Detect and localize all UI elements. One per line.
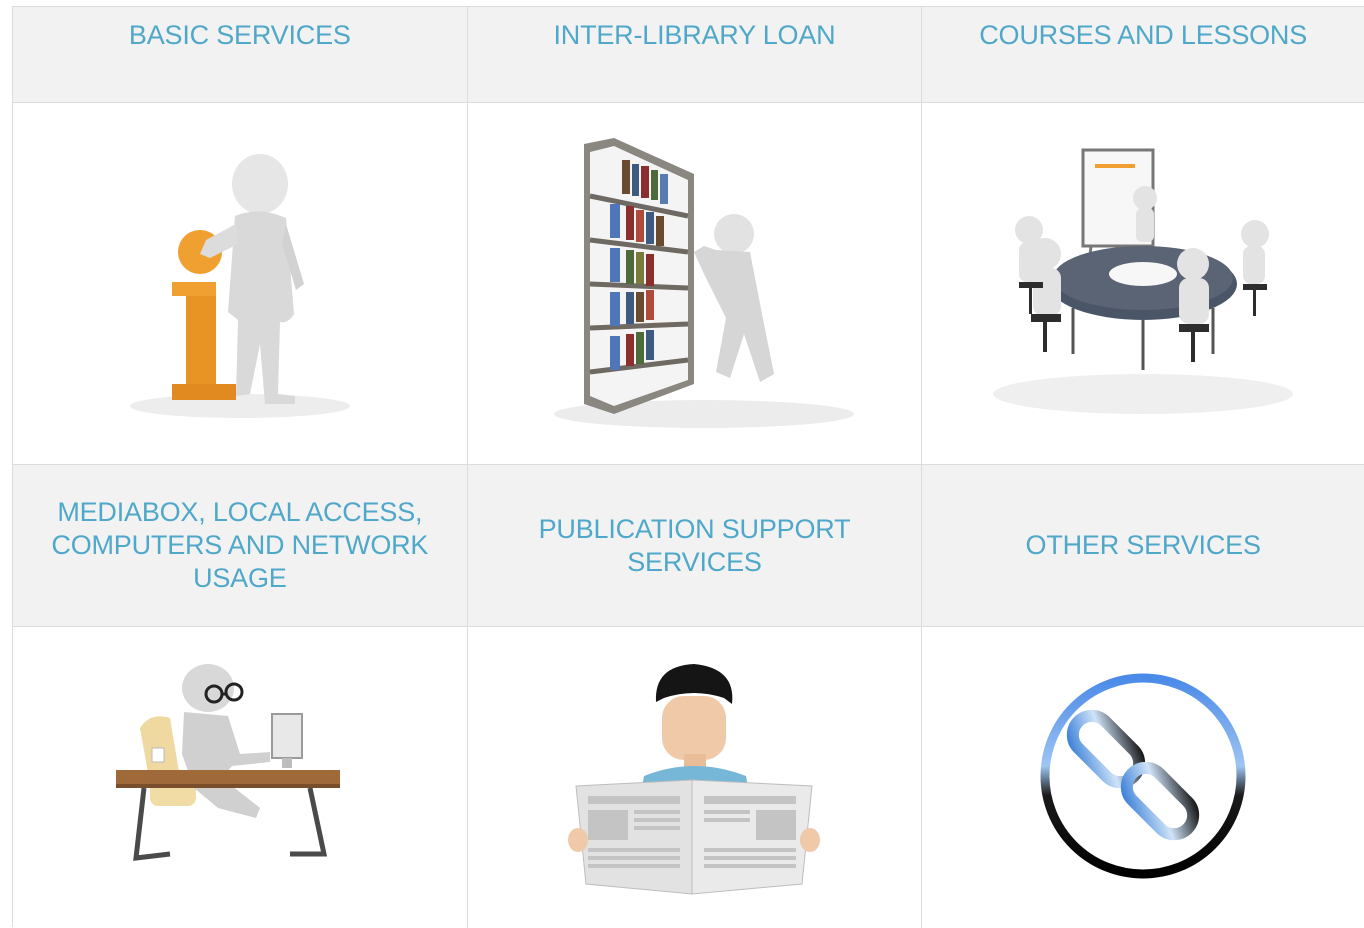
- services-grid: BASIC SERVICES INTER-LIBRARY LOAN COURSE…: [12, 6, 1364, 928]
- image-row-1: [13, 103, 1364, 465]
- service-header-publication-support: PUBLICATION SUPPORT SERVICES: [467, 465, 923, 627]
- service-image-cell-inter-library-loan: [467, 103, 923, 465]
- service-image-cell-publication-support: [467, 627, 923, 928]
- chain-link-icon[interactable]: [922, 627, 1364, 928]
- service-image-cell-other-services: [922, 627, 1364, 928]
- person-reading-newspaper-icon[interactable]: [468, 627, 922, 928]
- service-header-mediabox: MEDIABOX, LOCAL ACCESS, COMPUTERS AND NE…: [13, 465, 468, 627]
- service-title-courses-and-lessons[interactable]: COURSES AND LESSONS: [922, 19, 1364, 52]
- header-row-2: MEDIABOX, LOCAL ACCESS, COMPUTERS AND NE…: [13, 465, 1364, 627]
- service-header-basic-services: BASIC SERVICES: [13, 7, 468, 103]
- person-at-computer-icon[interactable]: [13, 627, 467, 928]
- service-title-basic-services[interactable]: BASIC SERVICES: [13, 19, 467, 52]
- service-title-publication-support[interactable]: PUBLICATION SUPPORT SERVICES: [468, 513, 922, 579]
- service-header-inter-library-loan: INTER-LIBRARY LOAN: [467, 7, 923, 103]
- bookshelf-person-icon[interactable]: [468, 103, 922, 464]
- image-row-2: [13, 627, 1364, 928]
- information-person-icon[interactable]: [13, 103, 467, 464]
- service-title-mediabox[interactable]: MEDIABOX, LOCAL ACCESS, COMPUTERS AND NE…: [13, 496, 467, 595]
- service-image-cell-mediabox: [13, 627, 468, 928]
- service-header-courses-and-lessons: COURSES AND LESSONS: [922, 7, 1364, 103]
- service-header-other-services: OTHER SERVICES: [922, 465, 1364, 627]
- service-title-inter-library-loan[interactable]: INTER-LIBRARY LOAN: [468, 19, 922, 52]
- service-title-other-services[interactable]: OTHER SERVICES: [1006, 529, 1281, 562]
- service-image-cell-courses-and-lessons: [922, 103, 1364, 465]
- meeting-table-icon[interactable]: [922, 103, 1364, 464]
- service-image-cell-basic-services: [13, 103, 468, 465]
- header-row-1: BASIC SERVICES INTER-LIBRARY LOAN COURSE…: [13, 7, 1364, 103]
